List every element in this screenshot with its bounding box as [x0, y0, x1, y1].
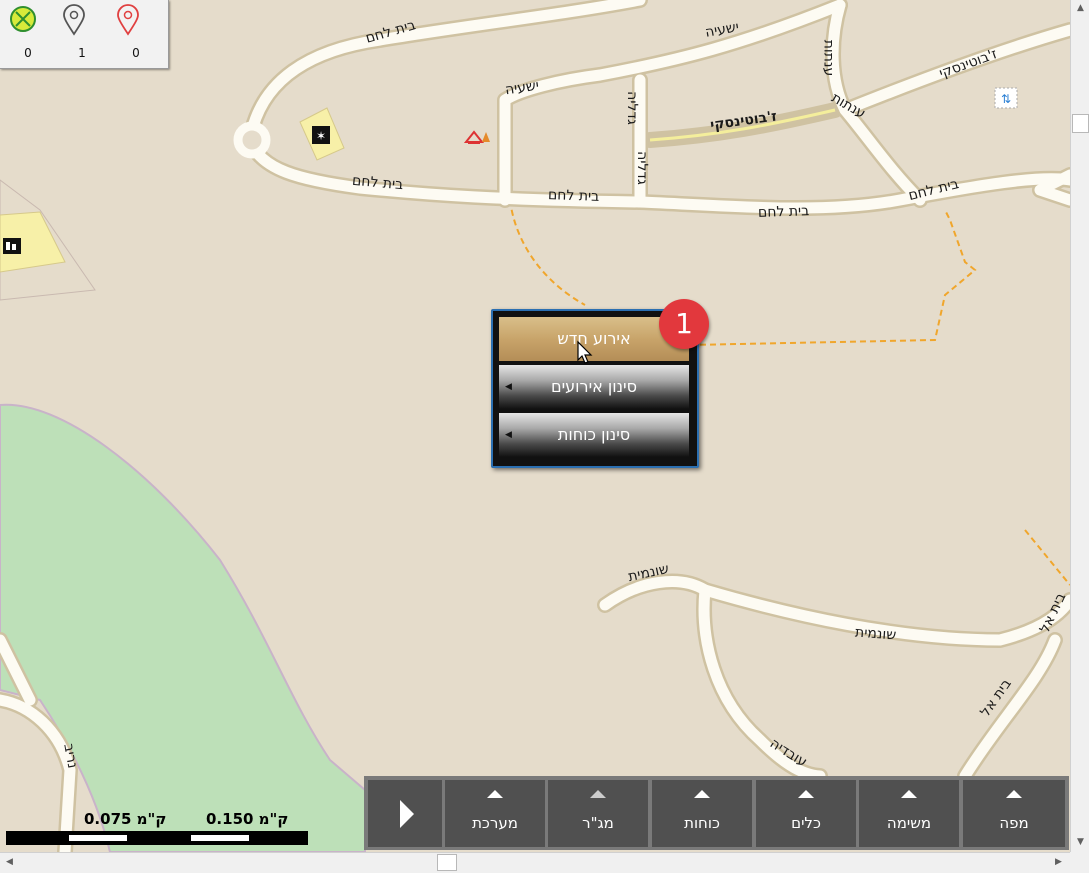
counter-value: 0: [24, 46, 32, 60]
street-label: בית לחם: [757, 203, 810, 221]
horizontal-scroll-thumb[interactable]: [437, 854, 457, 871]
gray-pin-icon: [62, 4, 102, 40]
map-canvas[interactable]: ✶ ⇅ בית לחם ישעיה ישעיה גדליה גדליה ענתו…: [0, 0, 1070, 852]
street-label: גדליה: [633, 151, 650, 185]
red-pin-icon: [116, 4, 156, 40]
submenu-arrow-icon: ◀: [505, 430, 512, 440]
scale-segment: [68, 834, 128, 842]
park-area: [0, 403, 366, 852]
caret-up-icon: [798, 790, 814, 798]
vertical-scrollbar[interactable]: ▲ ▼: [1070, 0, 1089, 852]
caret-up-icon: [487, 790, 503, 798]
toolbar-button-label: כוחות: [684, 814, 720, 832]
street-label: ענתות: [820, 39, 837, 77]
counter-value: 0: [132, 46, 140, 60]
toolbar-button-label: כלים: [791, 814, 821, 832]
green-x-circle-icon: [8, 4, 48, 40]
toolbar-button-label: מפה: [999, 814, 1029, 832]
caret-up-icon: [901, 790, 917, 798]
toolbar-button-map[interactable]: מפה: [963, 780, 1065, 847]
poi-runner-icon: ✶: [312, 126, 330, 144]
menu-item-filter-forces[interactable]: ◀ סינון כוחות: [499, 413, 689, 457]
poi-factory-icon: [3, 238, 21, 254]
scrollbar-corner: [1070, 852, 1089, 872]
scroll-left-icon[interactable]: ◀: [1, 854, 18, 871]
caret-up-icon: [590, 790, 606, 798]
toolbar-button-label: מג"ר: [582, 814, 614, 832]
counter-active[interactable]: 1: [62, 4, 102, 60]
footpath-2: [1024, 529, 1070, 586]
toolbar-button-mission[interactable]: משימה: [859, 780, 959, 847]
street-label: שונמית: [854, 624, 897, 644]
caret-up-icon: [1006, 790, 1022, 798]
event-counters-panel: 0 1 0: [0, 0, 169, 69]
mouse-cursor-icon: [577, 340, 593, 364]
scale-segment: [6, 831, 308, 845]
toolbar-button-label: מערכת: [472, 814, 518, 832]
scale-label-right: ק"מ 0.150: [206, 810, 289, 828]
poi-house-icon: [463, 130, 490, 144]
toolbar-button-magar[interactable]: מג"ר: [548, 780, 648, 847]
vertical-scroll-thumb[interactable]: [1072, 114, 1089, 133]
counter-alert[interactable]: 0: [116, 4, 156, 60]
horizontal-scrollbar[interactable]: ◀ ▶: [0, 852, 1070, 873]
scroll-up-icon[interactable]: ▲: [1072, 0, 1089, 17]
play-button[interactable]: [368, 780, 442, 847]
street-label: בית לחם: [547, 187, 600, 205]
street-label: גדליה: [623, 91, 640, 125]
scale-label-left: ק"מ 0.075: [84, 810, 167, 828]
menu-item-label: סינון כוחות: [557, 425, 631, 444]
toolbar-button-system[interactable]: מערכת: [445, 780, 545, 847]
roundabout: [233, 121, 271, 159]
menu-item-filter-events[interactable]: ◀ סינון אירועים: [499, 365, 689, 409]
toolbar-button-label: משימה: [886, 814, 932, 832]
bottom-toolbar: מערכת מג"ר כוחות כלים משימה מפה: [364, 776, 1069, 850]
menu-item-label: סינון אירועים: [550, 377, 638, 396]
step-badge: 1: [659, 299, 709, 349]
caret-up-icon: [694, 790, 710, 798]
scale-bar: ק"מ 0.075 ק"מ 0.150: [6, 810, 316, 850]
scale-segment: [190, 834, 250, 842]
toolbar-button-tools[interactable]: כלים: [756, 780, 856, 847]
counter-resolved[interactable]: 0: [8, 4, 48, 60]
poi-transfer-icon: ⇅: [994, 87, 1018, 109]
scroll-down-icon[interactable]: ▼: [1072, 834, 1089, 851]
submenu-arrow-icon: ◀: [505, 382, 512, 392]
svg-text:⇅: ⇅: [1001, 92, 1011, 106]
svg-text:✶: ✶: [316, 129, 326, 143]
scroll-right-icon[interactable]: ▶: [1050, 854, 1067, 871]
play-icon: [400, 800, 414, 828]
toolbar-button-forces[interactable]: כוחות: [652, 780, 752, 847]
counter-value: 1: [78, 46, 86, 60]
